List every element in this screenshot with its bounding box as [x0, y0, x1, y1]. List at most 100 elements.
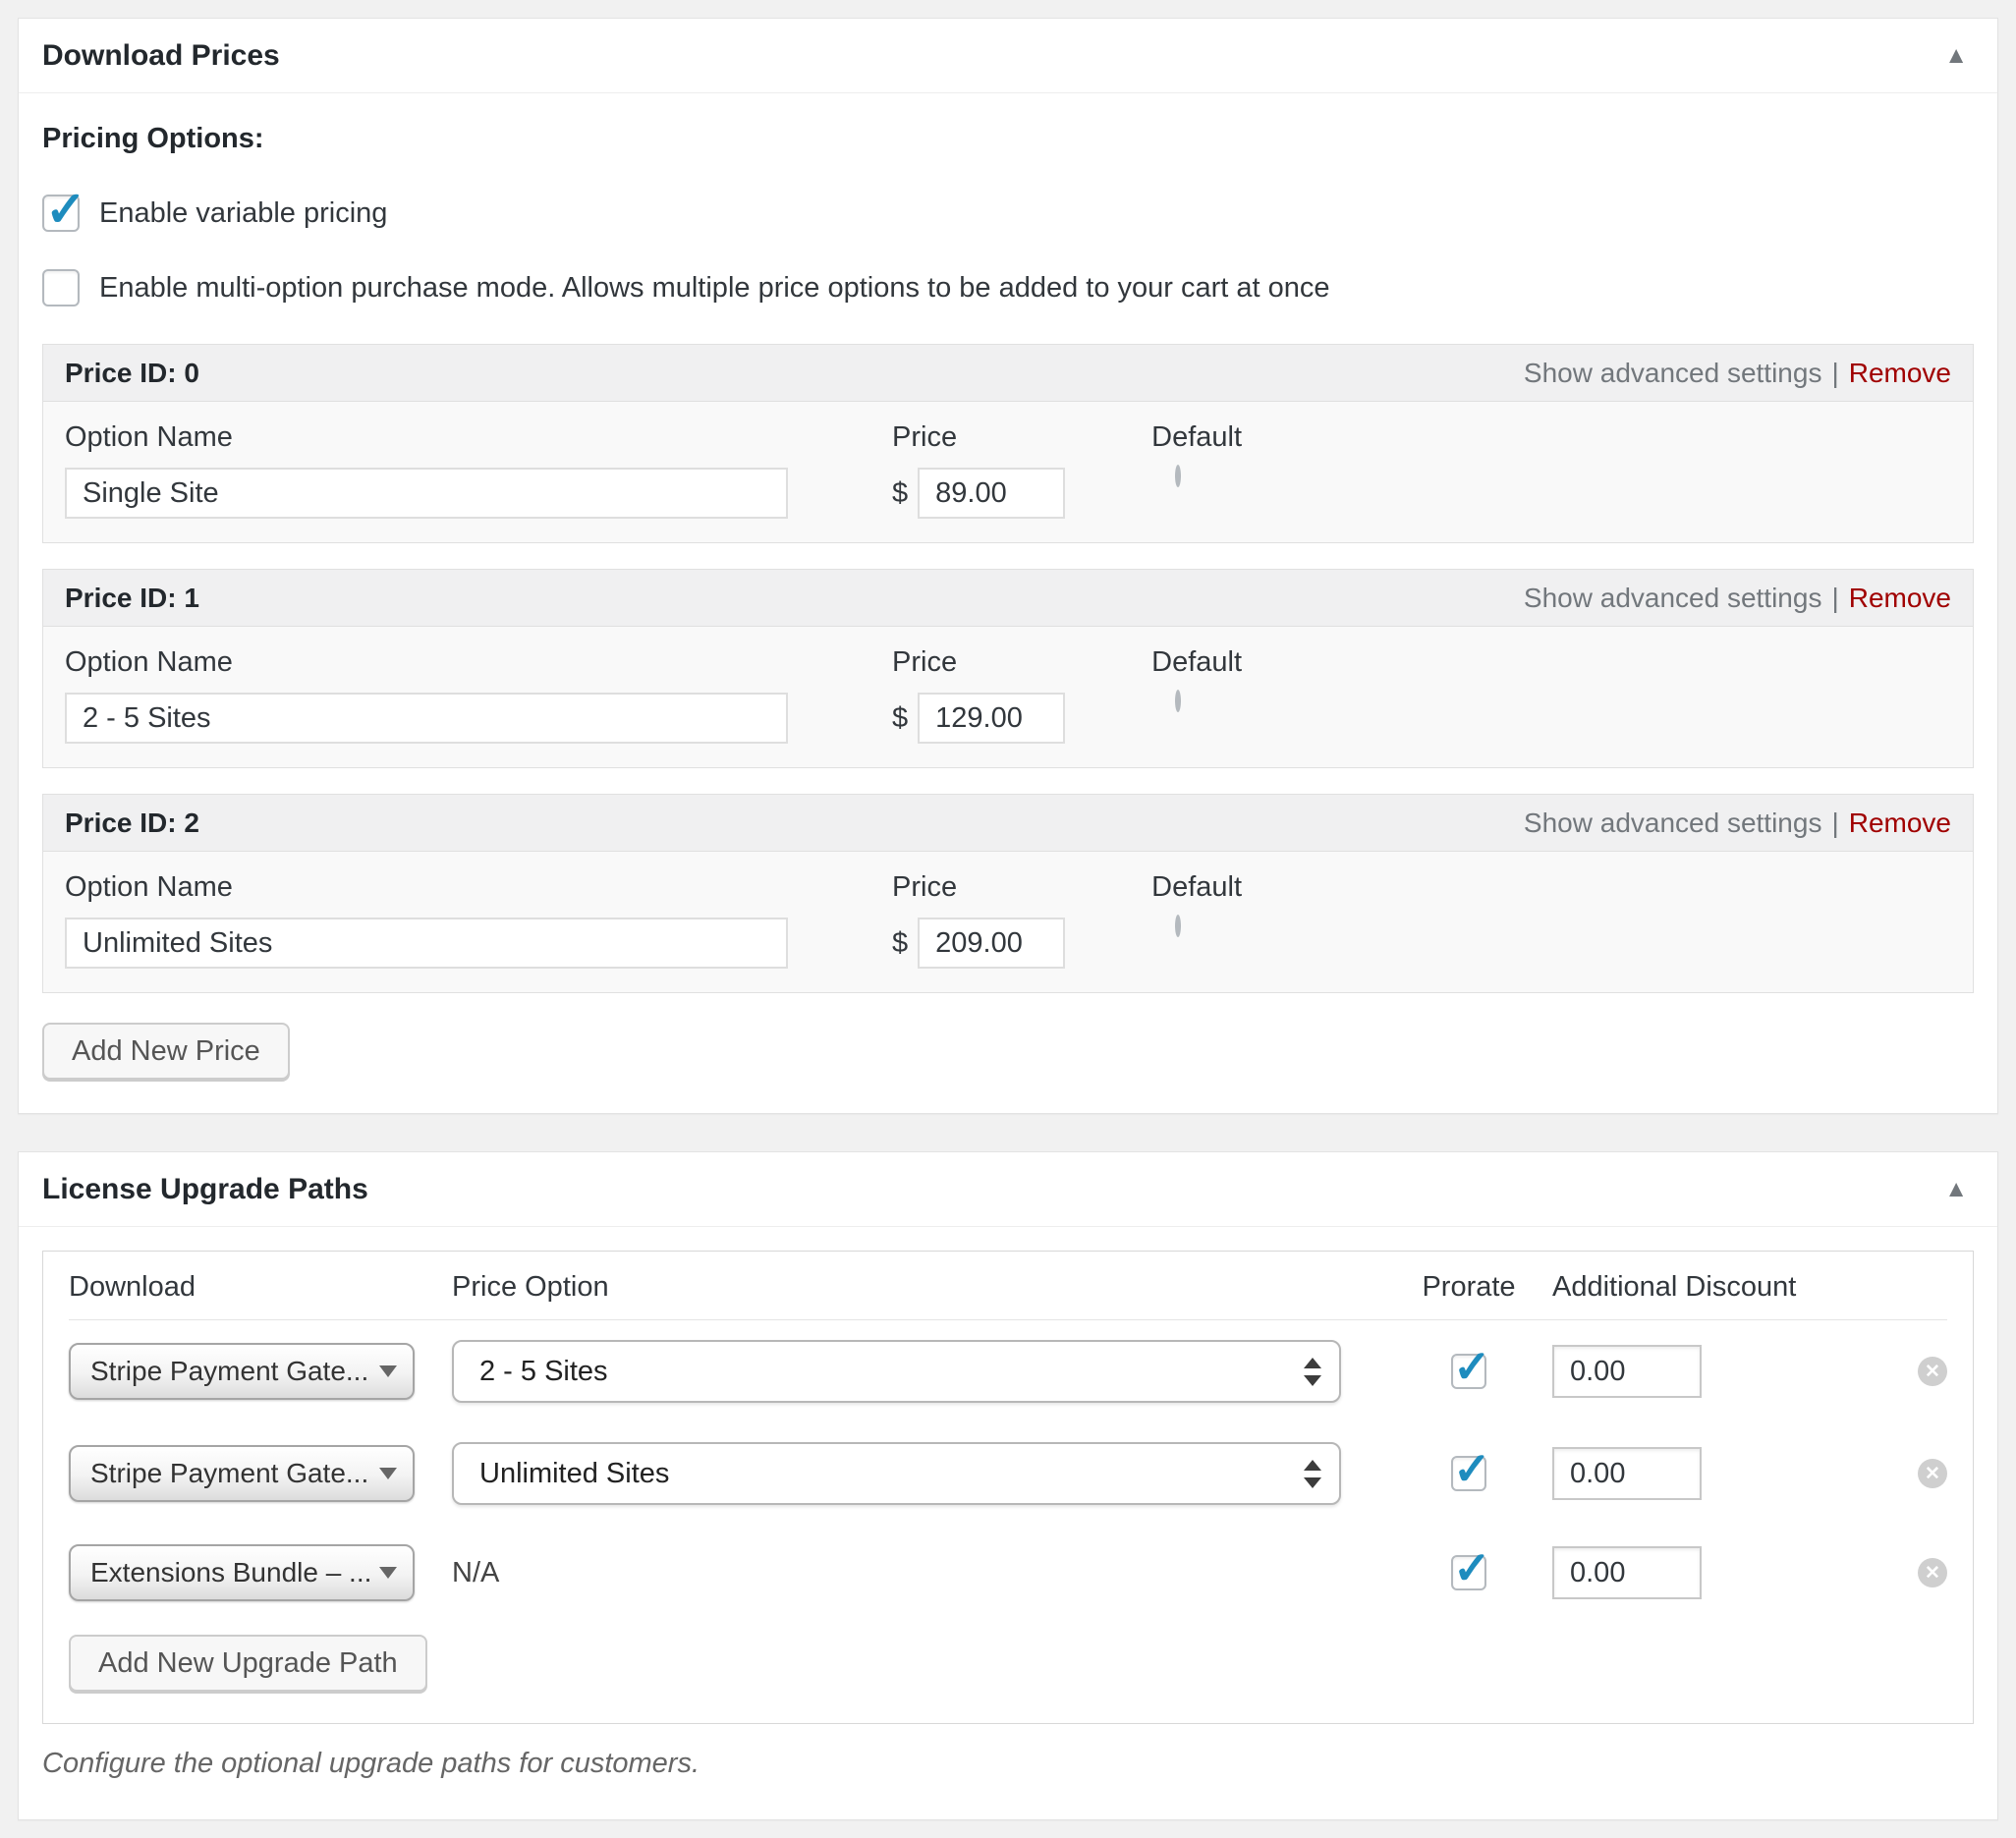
price-option-na-text: N/A	[452, 1557, 499, 1588]
upgrade-path-row: Extensions Bundle – ... N/A ✓	[69, 1525, 1947, 1621]
default-radio[interactable]	[1175, 915, 1181, 937]
license-upgrade-paths-title: License Upgrade Paths	[42, 1173, 368, 1206]
additional-discount-input[interactable]	[1552, 1546, 1702, 1599]
download-select[interactable]: Stripe Payment Gate...	[69, 1445, 415, 1502]
license-upgrade-paths-header: License Upgrade Paths ▲	[19, 1152, 1997, 1227]
remove-upgrade-path-icon[interactable]: ✕	[1918, 1558, 1947, 1587]
price-label: Price	[892, 871, 1065, 904]
collapse-arrow-icon[interactable]: ▲	[1944, 1178, 1968, 1201]
option-name-input[interactable]	[65, 693, 788, 744]
checkbox-check-icon: ✓	[1453, 1446, 1491, 1491]
download-prices-title: Download Prices	[42, 39, 280, 73]
default-radio[interactable]	[1175, 465, 1181, 487]
select-stepper-icon	[1304, 1460, 1321, 1488]
column-header-prorate: Prorate	[1385, 1271, 1552, 1304]
currency-symbol: $	[892, 477, 908, 510]
prorate-checkbox[interactable]: ✓	[1451, 1555, 1486, 1590]
column-header-download: Download	[69, 1271, 452, 1304]
add-new-price-button[interactable]: Add New Price	[42, 1023, 290, 1080]
link-separator: |	[1831, 358, 1838, 388]
option-name-label: Option Name	[65, 421, 788, 454]
variable-pricing-checkbox[interactable]: ✓	[42, 195, 80, 232]
link-separator: |	[1831, 583, 1838, 613]
page: Download Prices ▲ Pricing Options: ✓ Ena…	[0, 0, 2016, 1838]
option-name-label: Option Name	[65, 871, 788, 904]
prorate-checkbox[interactable]: ✓	[1451, 1354, 1486, 1389]
price-input[interactable]	[918, 918, 1065, 969]
column-header-additional-discount: Additional Discount	[1552, 1271, 1867, 1304]
remove-price-link[interactable]: Remove	[1849, 583, 1951, 613]
multi-option-row: ✓ Enable multi-option purchase mode. All…	[42, 269, 1974, 306]
remove-price-link[interactable]: Remove	[1849, 358, 1951, 388]
checkbox-check-icon: ✓	[1453, 1344, 1491, 1389]
download-select[interactable]: Stripe Payment Gate...	[69, 1343, 415, 1400]
remove-upgrade-path-icon[interactable]: ✕	[1918, 1459, 1947, 1488]
link-separator: |	[1831, 808, 1838, 838]
collapse-arrow-icon[interactable]: ▲	[1944, 44, 1968, 68]
price-row-2: Price ID: 2 Show advanced settings|Remov…	[42, 794, 1974, 993]
default-label: Default	[1151, 871, 1260, 904]
download-prices-header: Download Prices ▲	[19, 19, 1997, 93]
price-row-1-body: Option Name Price $ Default	[43, 627, 1973, 767]
option-name-label: Option Name	[65, 646, 788, 679]
price-label: Price	[892, 421, 1065, 454]
price-row-0: Price ID: 0 Show advanced settings | Remov…	[42, 344, 1974, 543]
additional-discount-input[interactable]	[1552, 1447, 1702, 1500]
option-name-input[interactable]	[65, 468, 788, 519]
upgrade-path-row: Stripe Payment Gate... Unlimited Sites	[69, 1422, 1947, 1525]
price-row-0-body: Option Name Price $ Default	[43, 402, 1973, 542]
price-row-1-header: Price ID: 1 Show advanced settings | Remov…	[43, 570, 1973, 627]
currency-symbol: $	[892, 702, 908, 735]
price-row-2-header: Price ID: 2 Show advanced settings|Remov…	[43, 795, 1973, 852]
chevron-down-icon	[379, 1567, 397, 1579]
show-advanced-settings-link[interactable]: Show advanced settings	[1524, 808, 1822, 838]
chevron-down-icon	[379, 1468, 397, 1479]
multi-option-label[interactable]: Enable multi-option purchase mode. Allow…	[99, 272, 1330, 305]
chevron-down-icon	[379, 1365, 397, 1377]
variable-pricing-label[interactable]: Enable variable pricing	[99, 197, 387, 230]
variable-pricing-row: ✓ Enable variable pricing	[42, 195, 1974, 232]
download-select[interactable]: Extensions Bundle – ...	[69, 1544, 415, 1601]
price-row-2-body: Option Name Price $ Default	[43, 852, 1973, 992]
license-upgrade-paths-metabox: License Upgrade Paths ▲ Download Price O…	[18, 1151, 1998, 1820]
upgrade-paths-table: Download Price Option Prorate Additional…	[42, 1251, 1974, 1724]
download-select-value: Extensions Bundle – ...	[90, 1557, 371, 1588]
upgrade-paths-description: Configure the optional upgrade paths for…	[42, 1748, 1974, 1780]
price-id-label: Price ID: 1	[65, 583, 199, 614]
default-label: Default	[1151, 646, 1260, 679]
default-radio[interactable]	[1175, 690, 1181, 712]
price-row-0-header: Price ID: 0 Show advanced settings | Remov…	[43, 345, 1973, 402]
price-id-label: Price ID: 0	[65, 358, 199, 389]
license-upgrade-paths-body: Download Price Option Prorate Additional…	[19, 1227, 1997, 1819]
price-row-links: Show advanced settings | Remove	[1524, 358, 1951, 389]
option-name-input[interactable]	[65, 918, 788, 969]
download-select-value: Stripe Payment Gate...	[90, 1458, 368, 1489]
price-option-select-value: 2 - 5 Sites	[479, 1356, 608, 1388]
show-advanced-settings-link[interactable]: Show advanced settings	[1524, 358, 1822, 388]
add-new-upgrade-path-button[interactable]: Add New Upgrade Path	[69, 1635, 427, 1692]
download-select-value: Stripe Payment Gate...	[90, 1356, 368, 1387]
price-option-select[interactable]: 2 - 5 Sites	[452, 1340, 1341, 1403]
remove-price-link[interactable]: Remove	[1849, 808, 1951, 838]
price-input[interactable]	[918, 468, 1065, 519]
price-option-select[interactable]: Unlimited Sites	[452, 1442, 1341, 1505]
currency-symbol: $	[892, 927, 908, 960]
additional-discount-input[interactable]	[1552, 1345, 1702, 1398]
price-row-links: Show advanced settings | Remove	[1524, 583, 1951, 614]
price-label: Price	[892, 646, 1065, 679]
show-advanced-settings-link[interactable]: Show advanced settings	[1524, 583, 1822, 613]
default-label: Default	[1151, 421, 1260, 454]
multi-option-checkbox[interactable]: ✓	[42, 269, 80, 306]
upgrade-path-row: Stripe Payment Gate... 2 - 5 Sites	[69, 1320, 1947, 1422]
column-header-price-option: Price Option	[452, 1271, 1385, 1304]
pricing-options-label: Pricing Options:	[42, 123, 1974, 155]
remove-upgrade-path-icon[interactable]: ✕	[1918, 1357, 1947, 1386]
price-input[interactable]	[918, 693, 1065, 744]
upgrade-table-header: Download Price Option Prorate Additional…	[69, 1252, 1947, 1320]
checkbox-check-icon: ✓	[1453, 1545, 1491, 1590]
download-prices-body: Pricing Options: ✓ Enable variable prici…	[19, 93, 1997, 1113]
download-prices-metabox: Download Prices ▲ Pricing Options: ✓ Ena…	[18, 18, 1998, 1114]
prorate-checkbox[interactable]: ✓	[1451, 1456, 1486, 1491]
price-row-1: Price ID: 1 Show advanced settings | Remov…	[42, 569, 1974, 768]
checkbox-check-icon: ✓	[45, 185, 86, 234]
